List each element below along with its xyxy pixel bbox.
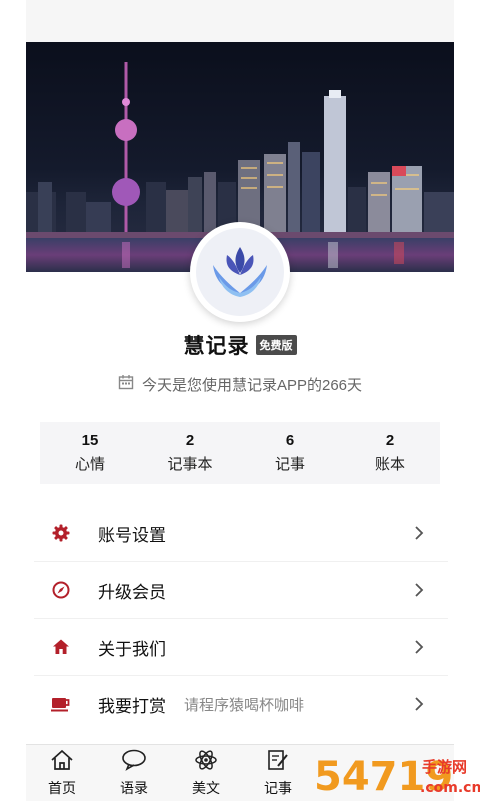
stat-label: 心情 [74,456,105,473]
tab-label: 语录 [120,779,148,796]
app-name: 慧记录 [183,335,250,358]
top-strip [26,0,454,42]
tab-articles[interactable]: 美文 [170,745,242,801]
chat-bubble-icon [121,749,147,776]
home-icon [50,636,72,658]
menu-item-label: 我要打赏 [98,696,166,716]
watermark-line1: 手游网 [422,758,467,776]
tab-notes[interactable]: 记事 [242,745,314,801]
version-badge: 免费版 [255,335,297,355]
tab-label: 美文 [192,779,220,796]
menu-item-account-settings[interactable]: 账号设置 [34,505,448,562]
app-avatar[interactable] [190,222,290,322]
chevron-right-icon [414,696,424,717]
menu-item-upgrade-membership[interactable]: 升级会员 [34,562,448,619]
watermark-line2: .com.cn [420,780,480,796]
stat-label: 记事本 [167,456,213,473]
usage-days-row: 今天是您使用慧记录APP的266天 [0,372,480,396]
stat-value: 2 [385,432,395,449]
menu-item-label: 升级会员 [98,582,166,602]
usage-days-text: 今天是您使用慧记录APP的266天 [141,376,363,394]
compass-icon [50,579,72,601]
stat-mood[interactable]: 15 心情 [40,422,140,484]
tab-home[interactable]: 首页 [26,745,98,801]
chevron-right-icon [414,639,424,660]
site-watermark: 54719 手游网 .com.cn [312,744,480,800]
stat-value: 2 [185,432,195,449]
menu-item-label: 账号设置 [98,525,166,545]
stat-label: 记事 [274,456,305,473]
stat-label: 账本 [374,456,405,473]
menu-item-tip-developer[interactable]: 我要打赏 请程序猿喝杯咖啡 [34,676,448,732]
tab-quotes[interactable]: 语录 [98,745,170,801]
home-outline-icon [50,749,74,776]
note-edit-icon [266,749,290,776]
chevron-right-icon [414,525,424,546]
menu-item-about-us[interactable]: 关于我们 [34,619,448,676]
stats-panel: 15 心情 2 记事本 6 记事 2 账本 [40,422,440,484]
gear-icon [50,522,72,544]
menu-item-subtitle: 请程序猿喝杯咖啡 [184,696,305,714]
chevron-right-icon [414,582,424,603]
menu-item-label: 关于我们 [98,639,166,659]
tab-label: 记事 [264,779,292,796]
stat-notes[interactable]: 6 记事 [240,422,340,484]
tab-label: 首页 [48,779,76,796]
lotus-hands-icon [196,228,284,316]
settings-menu: 账号设置 升级会员 关于我们 我要打赏 请程序猿喝杯咖啡 [34,505,448,732]
app-name-row: 慧记录 免费版 [0,330,480,360]
calendar-icon [118,374,134,394]
coffee-cup-icon [50,693,72,715]
stat-value: 15 [81,432,99,449]
atom-icon [194,749,218,776]
stat-value: 6 [285,432,295,449]
stat-ledgers[interactable]: 2 账本 [340,422,440,484]
stat-notebooks[interactable]: 2 记事本 [140,422,240,484]
